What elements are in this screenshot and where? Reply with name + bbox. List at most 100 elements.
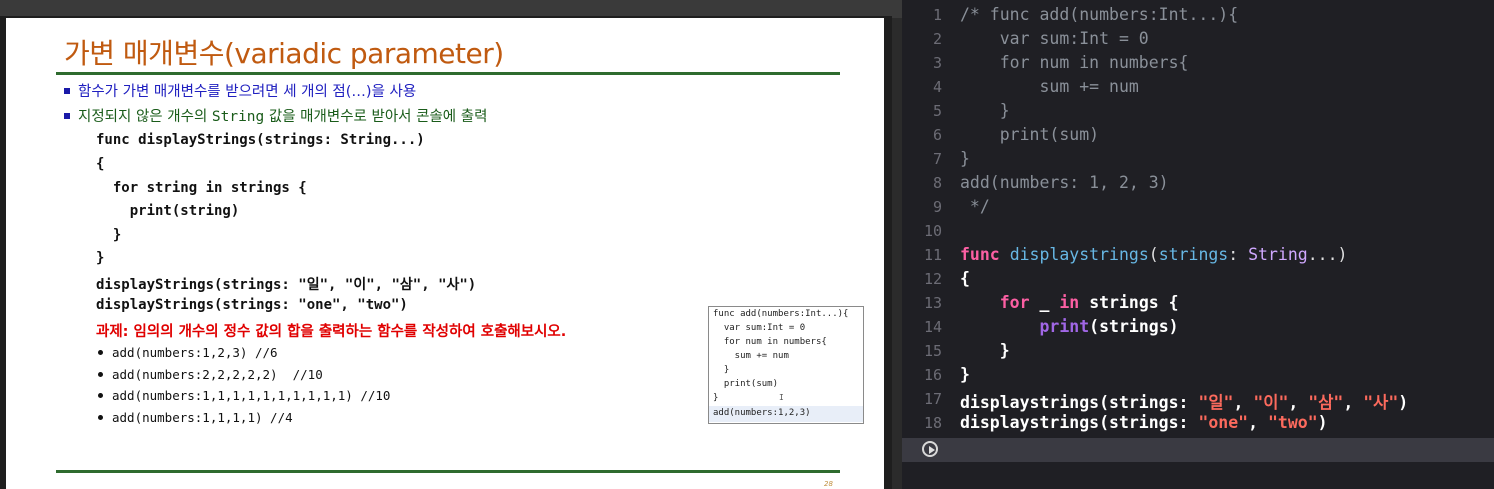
underscore: _ xyxy=(1039,293,1050,312)
line-number: 7 xyxy=(932,150,942,168)
editor-line[interactable]: 4 sum += num xyxy=(902,77,1494,101)
print-argument: (strings) xyxy=(1089,317,1179,336)
editor-line[interactable]: 12 { xyxy=(902,269,1494,293)
bullet-code: String xyxy=(211,109,265,125)
code-line: } xyxy=(96,250,105,266)
page-number: 28 xyxy=(824,480,833,488)
editor-line[interactable]: 18 displaystrings(strings: "one", "two") xyxy=(902,413,1494,437)
close-inner-line: } xyxy=(960,341,1010,360)
func-declaration: func displaystrings(strings: String...) xyxy=(960,245,1348,264)
example-text: add(numbers:1,2,3) //6 xyxy=(112,345,278,360)
example-text: add(numbers:2,2,2,2,2) //10 xyxy=(112,367,323,382)
string-literal: "two" xyxy=(1267,413,1318,432)
inset-line: add(numbers:1,2,3) xyxy=(713,408,811,418)
editor-line[interactable]: 13 for _ in strings { xyxy=(902,293,1494,317)
inset-line: } xyxy=(713,393,719,403)
comment-text: print(sum) xyxy=(960,125,1100,144)
call-name: displaystrings(strings: xyxy=(960,393,1199,412)
example-text: add(numbers:1,1,1,1) //4 xyxy=(112,410,293,425)
square-bullet-icon xyxy=(64,113,70,119)
editor-line[interactable]: 16} xyxy=(902,365,1494,389)
code-line: { xyxy=(96,156,105,172)
keyword-for: for xyxy=(999,293,1030,312)
editor-line[interactable]: 1 /* func add(numbers:Int...){ xyxy=(902,5,1494,29)
close-brace: } xyxy=(999,341,1010,360)
comment-text: } xyxy=(960,149,970,168)
function-name: displaystrings xyxy=(1009,245,1149,264)
call-line-1: displaystrings(strings: "일", "이", "삼", "… xyxy=(960,393,1409,412)
play-triangle-icon xyxy=(929,446,935,454)
print-function: print xyxy=(1039,317,1090,336)
param-name: strings xyxy=(1158,245,1229,264)
string-literal: "one" xyxy=(1198,413,1249,432)
line-number: 18 xyxy=(923,414,942,432)
slide: 가변 매개변수(variadic parameter) 함수가 가변 매개변수를… xyxy=(6,18,884,489)
inset-line: var sum:Int = 0 xyxy=(713,323,806,333)
line-number: 3 xyxy=(932,54,942,72)
dot-bullet-icon xyxy=(98,372,103,377)
dot-bullet-icon xyxy=(98,350,103,355)
editor-line[interactable]: 7} xyxy=(902,149,1494,173)
string-literal: "일" xyxy=(1198,393,1234,412)
square-bullet-icon xyxy=(64,88,70,94)
example-item: add(numbers:2,2,2,2,2) //10 xyxy=(98,367,323,382)
line-number: 15 xyxy=(923,342,942,360)
line-number: 1 xyxy=(932,6,942,24)
example-item: add(numbers:1,2,3) //6 xyxy=(98,345,278,360)
type-name: String xyxy=(1248,245,1308,264)
editor-line[interactable]: 8 add(numbers: 1, 2, 3) xyxy=(902,173,1494,197)
bullet-text: 함수가 가변 매개변수를 받으려면 세 개의 점(…)을 사용 xyxy=(78,84,417,100)
footer-divider xyxy=(56,470,840,473)
inset-line: func add(numbers:Int...){ xyxy=(713,309,849,319)
line-number: 11 xyxy=(923,246,942,264)
inset-line: sum += num xyxy=(713,351,789,361)
line-number: 8 xyxy=(932,174,942,192)
variadic-dots: ...) xyxy=(1307,245,1348,264)
loop-sequence: strings { xyxy=(1089,293,1179,312)
play-circle-icon[interactable] xyxy=(922,441,938,457)
comment-text: var sum:Int = 0 xyxy=(960,29,1149,48)
line-number: 17 xyxy=(923,390,942,408)
code-line: print(string) xyxy=(96,203,240,219)
bullet-text-after: 값을 매개변수로 받아서 콘솔에 출력 xyxy=(264,109,488,125)
open-brace: { xyxy=(960,269,970,288)
editor-line[interactable]: 11 func displaystrings(strings: String...… xyxy=(902,245,1494,269)
editor-line[interactable]: 2 var sum:Int = 0 xyxy=(902,29,1494,53)
comment-text: sum += num xyxy=(960,77,1139,96)
keyword-func: func xyxy=(960,245,1000,264)
comment-text: */ xyxy=(960,197,990,216)
editor-line[interactable]: 14 print(strings) xyxy=(902,317,1494,341)
editor-line[interactable]: 9 */ xyxy=(902,197,1494,221)
line-number: 12 xyxy=(923,270,942,288)
bullet-string-output: 지정되지 않은 개수의 String 값을 매개변수로 받아서 콘솔에 출력 xyxy=(64,105,487,126)
editor-line[interactable]: 6 print(sum) xyxy=(902,125,1494,149)
inset-line: for num in numbers{ xyxy=(713,337,827,347)
code-line: func displayStrings(strings: String...) xyxy=(96,132,425,148)
for-loop: for _ in strings { xyxy=(960,293,1179,312)
line-number: 9 xyxy=(932,198,942,216)
call-line-2: displaystrings(strings: "one", "two") xyxy=(960,413,1328,432)
editor-line[interactable]: 15 } xyxy=(902,341,1494,365)
string-literal: "사" xyxy=(1363,393,1399,412)
print-call: print(strings) xyxy=(960,317,1179,336)
example-item: add(numbers:1,1,1,1) //4 xyxy=(98,410,293,425)
dot-bullet-icon xyxy=(98,415,103,420)
example-item: add(numbers:1,1,1,1,1,1,1,1,1,1) //10 xyxy=(98,388,390,403)
comment-text: } xyxy=(960,101,1010,120)
editor-line[interactable]: 5 } xyxy=(902,101,1494,125)
code-editor[interactable]: 1 /* func add(numbers:Int...){ 2 var sum:… xyxy=(902,0,1494,489)
comment-text: for num in numbers{ xyxy=(960,53,1189,72)
editor-line[interactable]: 17 displaystrings(strings: "일", "이", "삼",… xyxy=(902,389,1494,413)
example-text: add(numbers:1,1,1,1,1,1,1,1,1,1) //10 xyxy=(112,388,391,403)
line-number: 5 xyxy=(932,102,942,120)
inset-line: print(sum) xyxy=(713,379,779,389)
editor-line[interactable]: 3 for num in numbers{ xyxy=(902,53,1494,77)
run-line-bar xyxy=(902,438,1494,462)
bullet-variadic-dots: 함수가 가변 매개변수를 받으려면 세 개의 점(…)을 사용 xyxy=(64,80,416,101)
line-number: 4 xyxy=(932,78,942,96)
bullet-text-before: 지정되지 않은 개수의 xyxy=(78,109,212,125)
keyword-in: in xyxy=(1059,293,1080,312)
close-brace: } xyxy=(960,365,970,384)
string-literal: "삼" xyxy=(1308,393,1344,412)
editor-line[interactable]: 10 xyxy=(902,221,1494,245)
